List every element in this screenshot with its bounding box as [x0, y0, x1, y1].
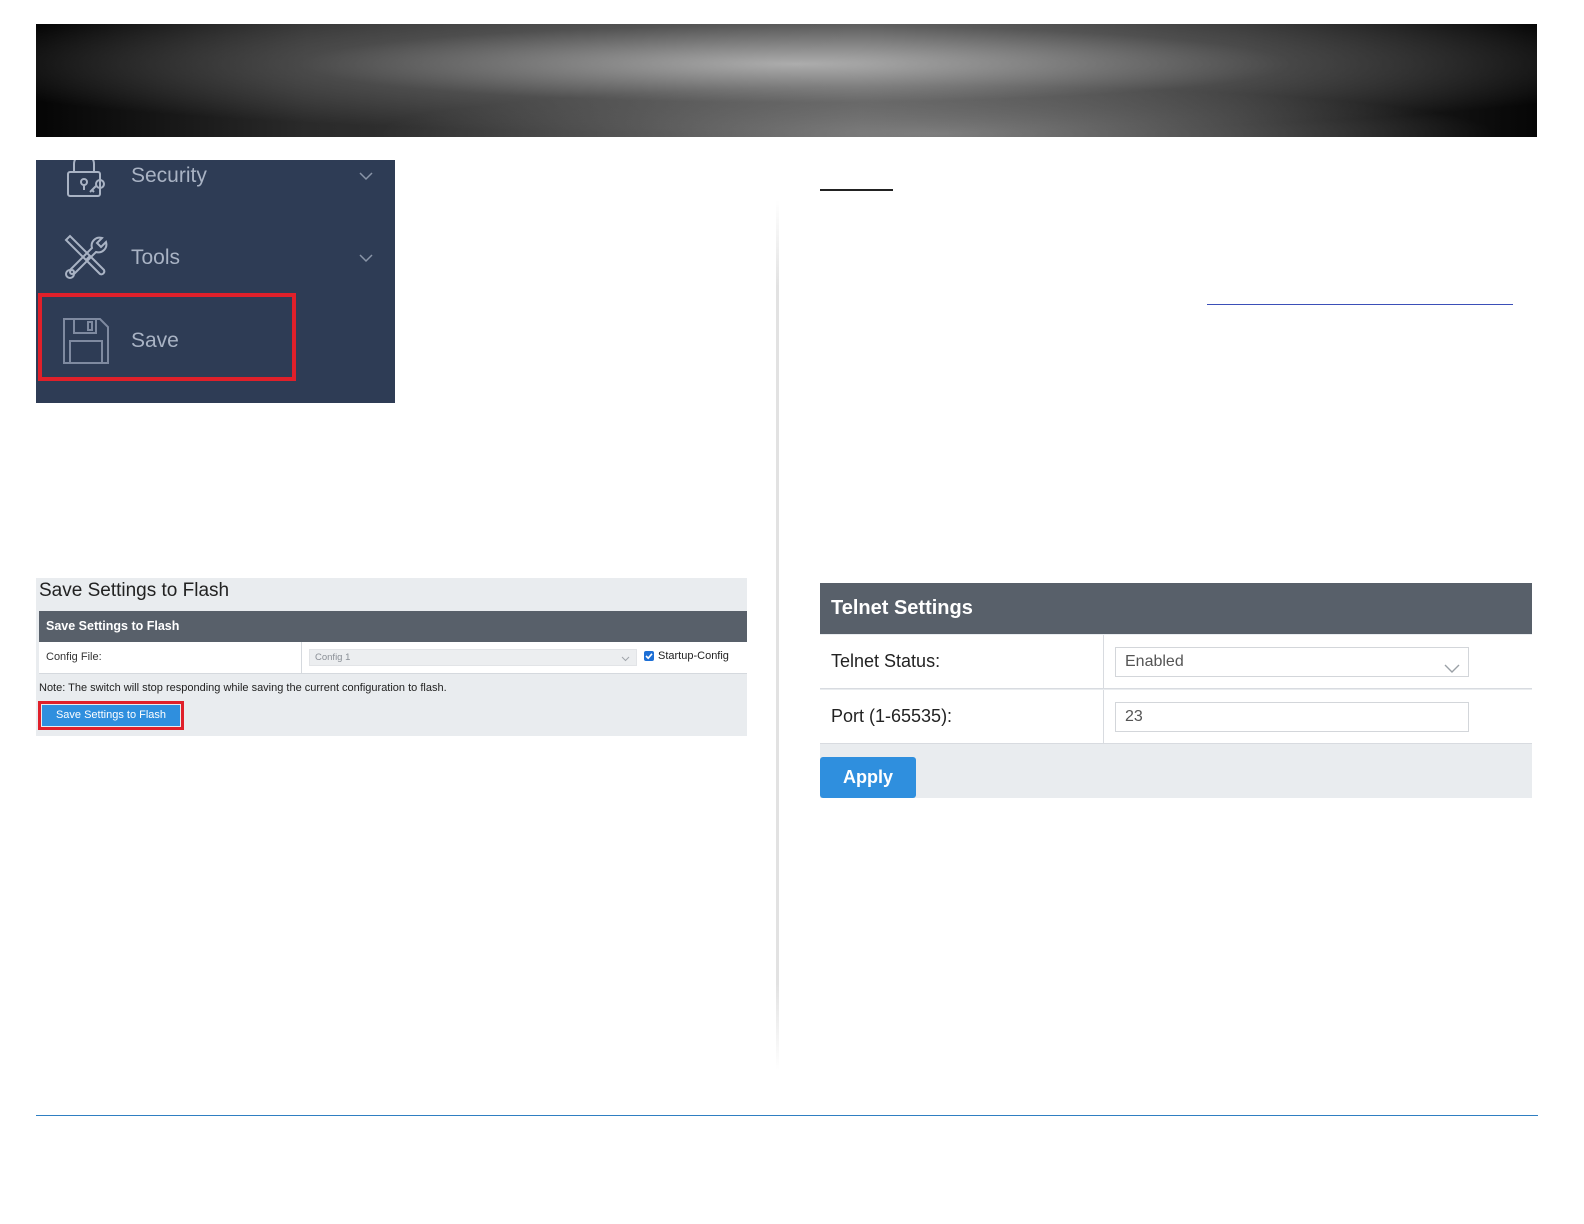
telnet-status-select[interactable]: Enabled	[1115, 647, 1469, 677]
sidebar-item-label: Security	[131, 164, 207, 187]
config-file-label: Config File:	[46, 651, 102, 663]
sidebar-menu: Security Tools Save	[36, 160, 395, 403]
sidebar-item-security[interactable]: Security	[36, 160, 395, 206]
config-file-select[interactable]: Config 1	[309, 649, 637, 666]
row-divider	[1103, 690, 1104, 744]
column-separator	[776, 200, 779, 1070]
startup-config-label: Startup-Config	[658, 650, 729, 662]
chevron-down-icon	[358, 250, 374, 266]
save-settings-panel: Save Settings to Flash Save Settings to …	[36, 578, 747, 736]
panel-header: Save Settings to Flash	[39, 611, 747, 642]
heading-rule	[820, 189, 893, 191]
flash-note: Note: The switch will stop responding wh…	[39, 682, 447, 694]
chevron-down-icon	[358, 168, 374, 184]
config-file-value: Config 1	[315, 652, 351, 663]
telnet-settings-panel: Telnet Settings Telnet Status: Enabled P…	[820, 583, 1532, 798]
panel-title: Save Settings to Flash	[39, 580, 230, 601]
telnet-port-input[interactable]	[1125, 708, 1445, 726]
header-banner	[36, 24, 1537, 137]
chevron-down-icon	[621, 653, 630, 662]
tools-icon	[60, 232, 112, 284]
footer-rule	[36, 1115, 1538, 1116]
telnet-port-label: Port (1-65535):	[831, 706, 953, 726]
row-divider	[301, 642, 302, 674]
sidebar-item-tools[interactable]: Tools	[36, 228, 395, 288]
startup-config-checkbox[interactable]	[644, 651, 654, 661]
apply-button[interactable]: Apply	[820, 757, 916, 798]
telnet-status-row: Telnet Status: Enabled	[820, 635, 1532, 689]
panel-header: Telnet Settings	[820, 583, 1532, 634]
link-underline	[1207, 304, 1513, 305]
row-divider	[1103, 635, 1104, 689]
chevron-down-icon	[1444, 656, 1460, 673]
sidebar-item-label: Tools	[131, 246, 181, 269]
lock-icon	[60, 160, 112, 202]
save-button-highlight: Save Settings to Flash	[38, 701, 184, 730]
telnet-status-value: Enabled	[1125, 653, 1184, 670]
save-settings-button[interactable]: Save Settings to Flash	[42, 705, 180, 726]
config-file-row: Config File: Config 1 Startup-Config	[39, 642, 747, 674]
telnet-port-row: Port (1-65535):	[820, 690, 1532, 744]
telnet-status-label: Telnet Status:	[831, 651, 941, 671]
telnet-port-field	[1115, 702, 1469, 732]
save-highlight-box	[38, 293, 296, 381]
